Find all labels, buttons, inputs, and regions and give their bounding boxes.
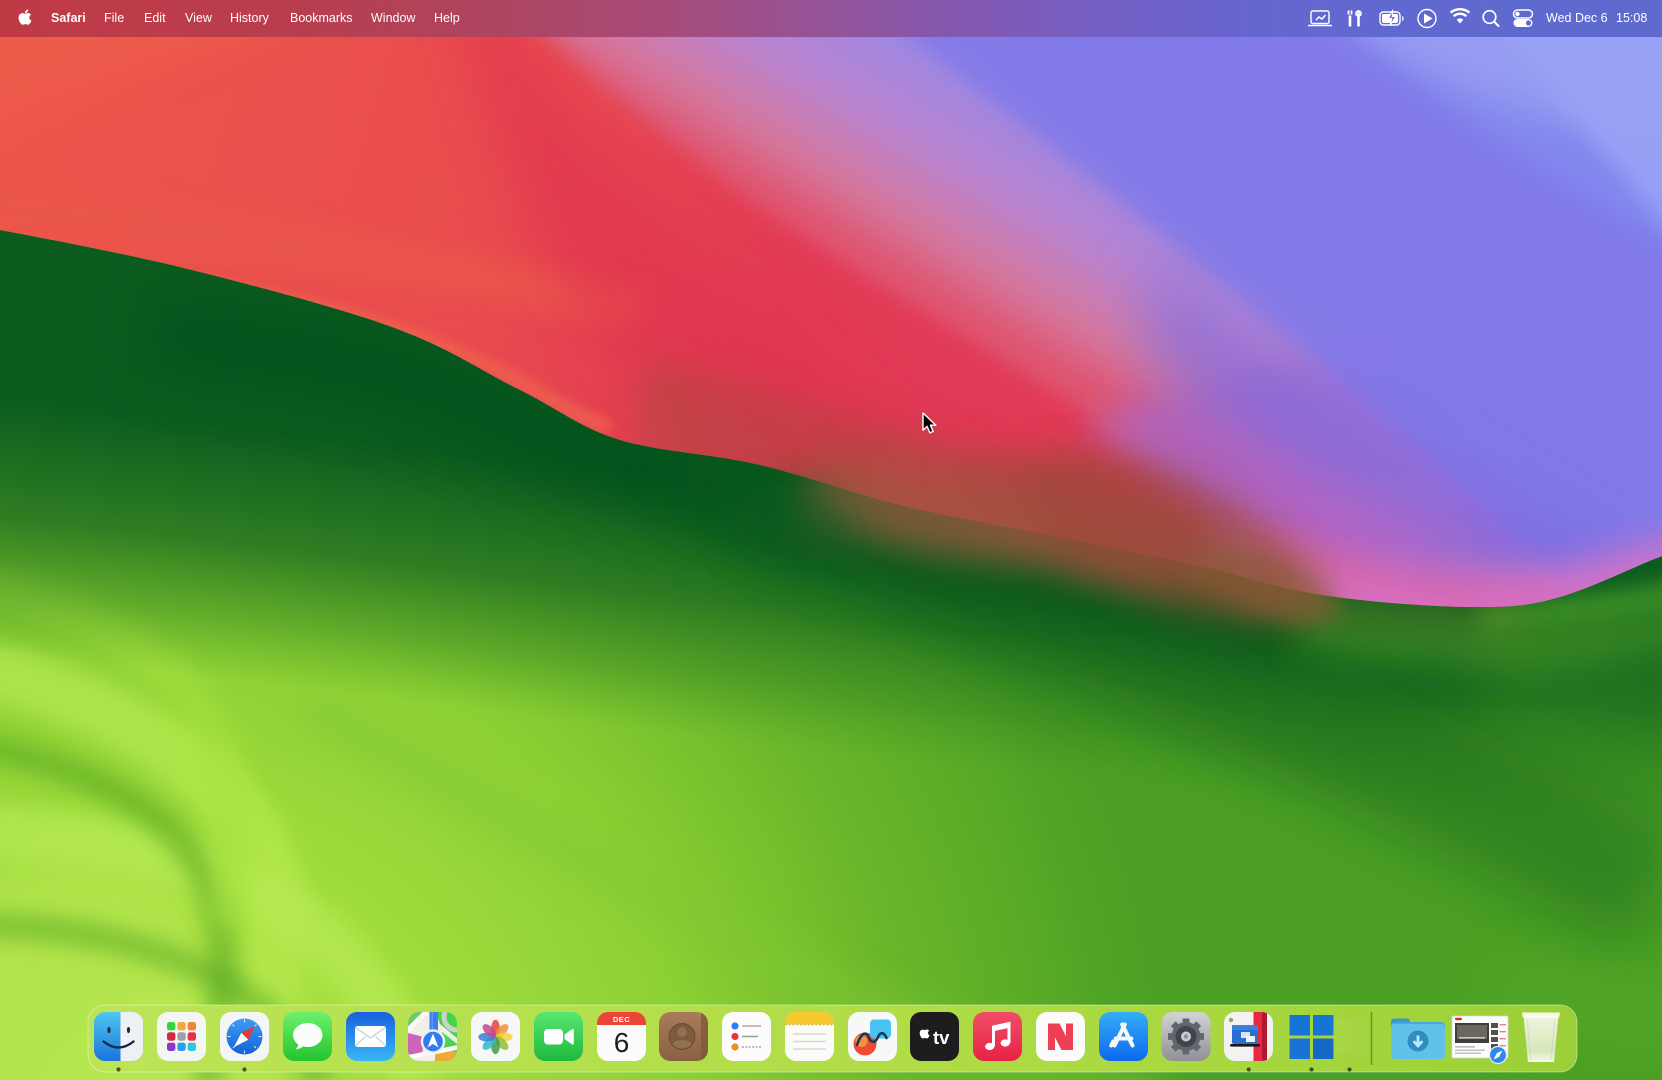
svg-text:DEC: DEC: [613, 1015, 630, 1024]
svg-text:6: 6: [614, 1027, 630, 1058]
svg-text:tv: tv: [933, 1027, 950, 1048]
